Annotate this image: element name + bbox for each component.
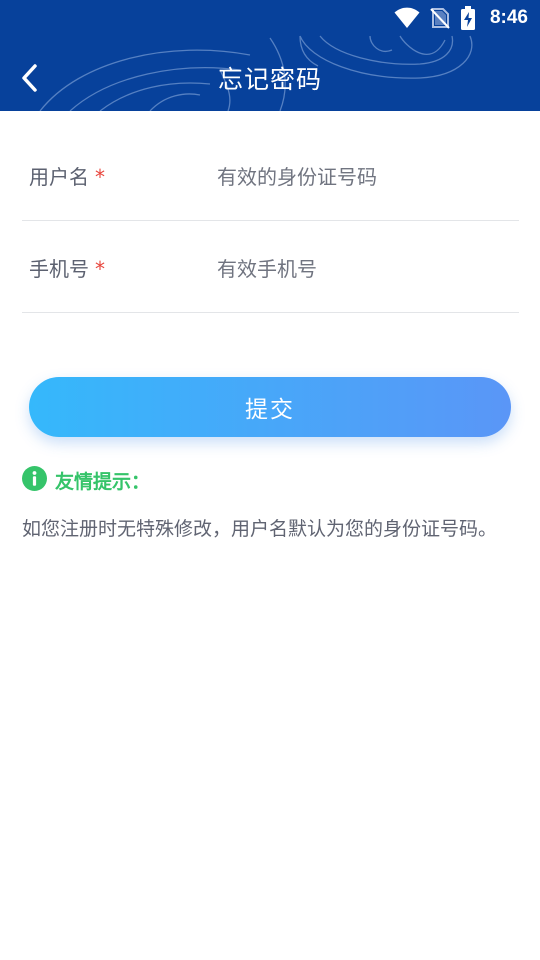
tip-text: 如您注册时无特殊修改，用户名默认为您的身份证号码。 xyxy=(22,518,498,540)
required-mark: * xyxy=(95,257,105,281)
username-input[interactable] xyxy=(217,158,507,196)
status-bar: 8:46 xyxy=(0,0,540,36)
username-row: 用户名 * xyxy=(22,130,519,221)
tip-title: 友情提示： xyxy=(55,470,151,493)
status-time: 8:46 xyxy=(489,7,528,28)
battery-charging-icon xyxy=(460,6,476,30)
phone-row: 手机号 * xyxy=(22,222,519,313)
phone-input[interactable] xyxy=(217,250,507,288)
username-label: 用户名 * xyxy=(29,162,105,192)
tip-header: 友情提示： xyxy=(22,465,150,495)
no-sim-icon xyxy=(430,7,450,29)
username-label-text: 用户名 xyxy=(29,165,89,189)
page-title: 忘记密码 xyxy=(217,65,322,94)
submit-button[interactable]: 提交 xyxy=(29,377,511,437)
info-icon xyxy=(22,465,47,495)
phone-label-text: 手机号 xyxy=(29,257,89,281)
required-mark: * xyxy=(95,165,105,189)
status-icons: 8:46 xyxy=(394,4,528,32)
phone-label: 手机号 * xyxy=(29,254,105,284)
app-header: 8:46 忘记密码 xyxy=(0,0,540,111)
wifi-icon xyxy=(394,7,420,29)
forgot-password-screen: 8:46 忘记密码 用户名* 手机号* 提交 xyxy=(0,0,540,960)
